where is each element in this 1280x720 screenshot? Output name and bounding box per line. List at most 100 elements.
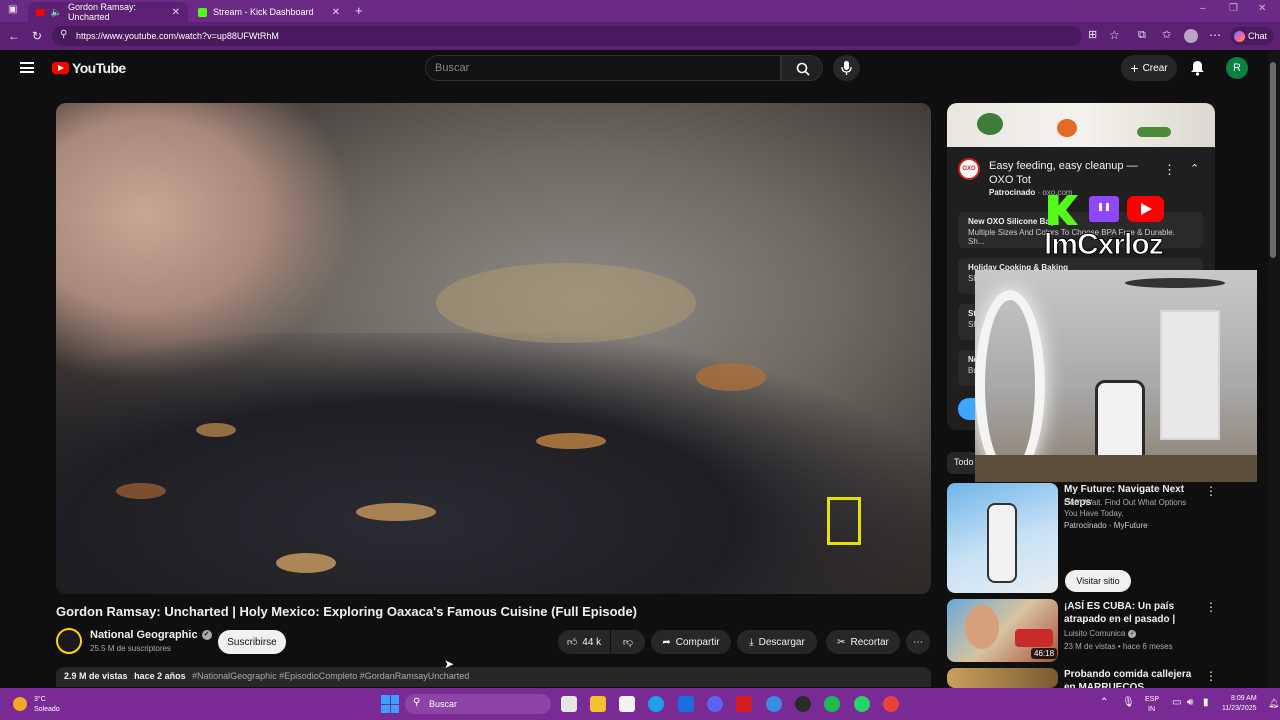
taskbar-search[interactable]: ⚲ Buscar: [405, 694, 551, 714]
description-bar[interactable]: 2.9 M de vistas hace 2 años #NationalGeo…: [56, 667, 931, 687]
channel-avatar[interactable]: [56, 628, 82, 654]
red-car: [1015, 629, 1053, 647]
channel-name-row[interactable]: National Geographic ✓: [90, 629, 212, 641]
edge-icon[interactable]: [648, 696, 664, 712]
sponsored-label: Patrocinado: [989, 188, 1036, 197]
windows-taskbar: [0, 688, 1280, 720]
more-menu-icon[interactable]: ⋯: [1209, 29, 1221, 41]
battery-icon[interactable]: ▮: [1203, 697, 1209, 708]
hamburger-menu-icon[interactable]: [20, 62, 34, 73]
ad-title[interactable]: Easy feeding, easy cleanup — OXO Tot: [989, 159, 1149, 187]
download-button[interactable]: ⤓ Descargar: [737, 630, 817, 654]
copilot-chat-button[interactable]: Chat: [1230, 27, 1274, 45]
clock-date[interactable]: 11/23/2025: [1222, 704, 1257, 713]
weather-desc[interactable]: Soleado: [34, 705, 60, 714]
view-count: 2.9 M de vistas: [64, 671, 128, 681]
chevron-up-icon[interactable]: ⌃: [1100, 697, 1108, 708]
rec-more-vert-icon[interactable]: ⋮: [1205, 600, 1217, 614]
scrollbar-thumb[interactable]: [1270, 62, 1276, 258]
rec-title[interactable]: ¡ASÍ ES CUBA: Un país atrapado en el pas…: [1064, 600, 1202, 626]
ad-sponsor-line: Patrocinado · oxo.com: [989, 188, 1073, 197]
new-tab-icon[interactable]: +: [355, 4, 363, 17]
visit-site-button[interactable]: Visitar sitio: [1065, 570, 1131, 592]
youtube-play-icon: [52, 62, 69, 74]
language-bottom[interactable]: IN: [1148, 705, 1155, 714]
tab-kick[interactable]: Stream - Kick Dashboard ✕: [190, 2, 348, 22]
minimize-icon[interactable]: –: [1200, 4, 1206, 14]
notifications-icon[interactable]: 🔔︎: [1268, 698, 1279, 709]
profile-icon[interactable]: [1184, 29, 1198, 43]
close-icon[interactable]: ✕: [172, 7, 180, 18]
volume-icon[interactable]: 🔊︎: [1187, 697, 1193, 708]
close-icon[interactable]: ✕: [332, 7, 340, 18]
weather-temp[interactable]: 3°C: [34, 695, 46, 704]
rec-thumbnail[interactable]: 46:18: [947, 599, 1058, 662]
create-button[interactable]: + Crear: [1121, 55, 1177, 81]
discord-icon[interactable]: [707, 696, 723, 712]
weather-sun-icon[interactable]: [13, 697, 27, 711]
oxo-logo[interactable]: OXO: [958, 158, 980, 180]
app-icon[interactable]: [766, 696, 782, 712]
voice-search-button[interactable]: [833, 55, 860, 81]
youtube-logo-icon: [1127, 196, 1164, 222]
collections-icon[interactable]: ✩: [1162, 30, 1171, 41]
chevron-up-icon[interactable]: ⌃: [1190, 162, 1199, 175]
yellow-highlight-box: [827, 497, 861, 545]
back-icon[interactable]: ←: [8, 30, 20, 42]
rec-thumbnail[interactable]: [947, 668, 1058, 688]
site-info-icon[interactable]: ⚲: [60, 30, 67, 40]
youtube-logo[interactable]: YouTube: [52, 60, 126, 76]
language-top[interactable]: ESP: [1145, 695, 1159, 704]
video-player[interactable]: [56, 103, 931, 594]
rec-channel-row[interactable]: Luisito Comunica ✓: [1064, 628, 1137, 639]
file-explorer-icon[interactable]: [590, 696, 606, 712]
search-input[interactable]: Buscar: [425, 55, 781, 81]
download-label: Descargar: [758, 636, 805, 648]
whatsapp-icon[interactable]: [854, 696, 870, 712]
notifications-bell-icon[interactable]: [1190, 60, 1205, 76]
rec-thumbnail[interactable]: [947, 483, 1058, 593]
tab-youtube[interactable]: 🔈 Gordon Ramsay: Uncharted ✕: [28, 2, 188, 22]
clock-time[interactable]: 8:09 AM: [1231, 694, 1257, 703]
chrome-icon[interactable]: [883, 696, 899, 712]
rec-more-vert-icon[interactable]: ⋮: [1205, 484, 1217, 498]
like-count: 44 k: [582, 636, 602, 648]
maximize-icon[interactable]: ❐: [1229, 4, 1238, 14]
search-button[interactable]: [781, 55, 823, 81]
obs-icon[interactable]: [795, 696, 811, 712]
tab-actions-icon[interactable]: ▣: [8, 5, 17, 15]
address-bar[interactable]: ⚲ https://www.youtube.com/watch?v=up88UF…: [52, 26, 1082, 46]
store-icon[interactable]: [619, 696, 635, 712]
refresh-icon[interactable]: ↻: [32, 30, 42, 42]
hashtags[interactable]: #NationalGeographic #EpisodioCompleto #G…: [192, 671, 469, 681]
account-avatar[interactable]: R: [1226, 57, 1248, 79]
task-view-icon[interactable]: [561, 696, 577, 712]
youtube-favicon-icon: [36, 8, 45, 16]
microphone-icon: [841, 61, 852, 75]
ad-banner-image[interactable]: [947, 103, 1215, 147]
youtube-logo-text: YouTube: [72, 60, 126, 76]
subscribe-button[interactable]: Suscribirse: [218, 630, 286, 654]
favorite-star-icon[interactable]: ☆: [1109, 29, 1120, 41]
seed-scatter: [436, 263, 696, 343]
mail-icon[interactable]: [678, 696, 694, 712]
kick-favicon-icon: [198, 7, 207, 17]
windows-start-icon[interactable]: [381, 695, 399, 713]
share-button[interactable]: ➦ Compartir: [651, 630, 731, 654]
like-button[interactable]: 👍︎ 44 k: [558, 630, 610, 654]
ad-more-vert-icon[interactable]: ⋮: [1163, 162, 1176, 178]
rec-title[interactable]: Probando comida callejera en MARRUECOS: [1064, 668, 1202, 688]
mouse-cursor-icon: ➤: [444, 657, 455, 671]
more-actions-button[interactable]: ⋯: [906, 630, 930, 654]
app-available-icon[interactable]: ⊞: [1088, 30, 1097, 41]
window-close-icon[interactable]: ✕: [1258, 4, 1266, 14]
dislike-button[interactable]: 👎︎: [611, 630, 645, 654]
extensions-icon[interactable]: ⧉: [1138, 30, 1146, 41]
stream-app-icon[interactable]: [736, 696, 752, 712]
spotify-icon[interactable]: [824, 696, 840, 712]
network-icon[interactable]: ▭: [1172, 697, 1181, 708]
clip-button[interactable]: ✂ Recortar: [826, 630, 900, 654]
webcam-overlay: [975, 270, 1257, 482]
rec-more-vert-icon[interactable]: ⋮: [1205, 669, 1217, 683]
microphone-icon[interactable]: 🎙︎: [1122, 697, 1135, 708]
